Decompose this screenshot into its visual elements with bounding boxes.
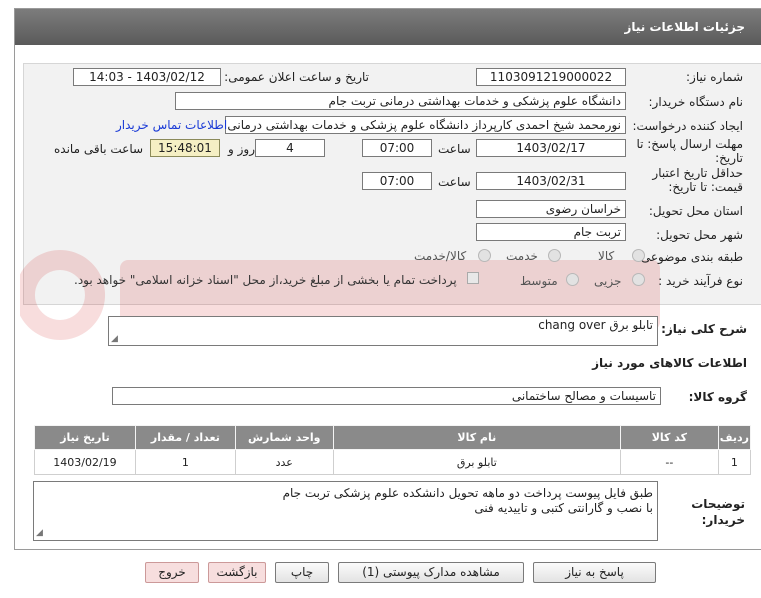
category-service-radio[interactable] [548, 249, 561, 262]
goods-info-title: اطلاعات کالاهای مورد نیاز [592, 356, 747, 370]
days-label: روز و [228, 142, 255, 156]
requester-field: نورمحمد شیخ احمدی کارپرداز دانشگاه علوم … [225, 116, 626, 134]
cell-goods-name: تابلو برق [332, 449, 621, 475]
buyer-notes-line-2: با نصب و گارانتی کتبی و تاییدیه فنی [474, 501, 653, 515]
category-goods-service-label: کالا/خدمت [414, 249, 467, 263]
col-goods-name: نام کالا [332, 425, 621, 450]
deadline-date-field: 1403/02/17 [476, 139, 626, 157]
cell-goods-code: -- [619, 449, 719, 475]
category-goods-label: کالا [598, 249, 615, 263]
buyer-org-label: نام دستگاه خریدار: [648, 95, 744, 109]
need-number-label: شماره نیاز: [686, 70, 743, 84]
col-need-date: تاریخ نیاز [34, 425, 136, 450]
cell-row-number: 1 [717, 449, 752, 475]
buyer-notes-label-1: توضیحات [691, 497, 745, 511]
cell-quantity: 1 [134, 449, 236, 475]
goods-table: ردیف کد کالا نام کالا واحد شمارش تعداد /… [34, 425, 752, 475]
category-service-label: خدمت [506, 249, 538, 263]
cell-unit: عدد [234, 449, 334, 475]
validity-label-2: قیمت: تا تاریخ: [668, 180, 743, 194]
treasury-payment-checkbox[interactable] [467, 272, 479, 284]
category-goods-service-radio[interactable] [478, 249, 491, 262]
col-quantity: تعداد / مقدار [134, 425, 236, 450]
remaining-time-counter: 15:48:01 [150, 139, 220, 157]
province-field: خراسان رضوی [476, 200, 626, 218]
back-button[interactable]: بازگشت [208, 562, 266, 583]
print-button[interactable]: چاپ [275, 562, 329, 583]
notes-resize-grip-icon[interactable]: ◢ [36, 528, 43, 538]
resize-grip-icon[interactable]: ◢ [111, 334, 118, 344]
purchase-minor-label: جزیی [594, 274, 622, 288]
deadline-label-2: تاریخ: [715, 151, 743, 165]
validity-time-field: 07:00 [362, 172, 432, 190]
col-goods-code: کد کالا [619, 425, 719, 450]
treasury-payment-note: پرداخت تمام یا بخشی از مبلغ خرید،از محل … [74, 273, 457, 287]
goods-group-label: گروه کالا: [688, 390, 747, 404]
table-header-row: ردیف کد کالا نام کالا واحد شمارش تعداد /… [34, 425, 752, 450]
deadline-time-field: 07:00 [362, 139, 432, 157]
remaining-label: ساعت باقی مانده [54, 142, 144, 156]
announce-label: تاریخ و ساعت اعلان عمومی: [224, 70, 369, 84]
category-goods-radio[interactable] [632, 249, 645, 262]
purchase-medium-radio[interactable] [566, 273, 579, 286]
panel-header: جزئیات اطلاعات نیاز [15, 9, 761, 45]
col-unit: واحد شمارش [234, 425, 334, 450]
days-remaining-field: 4 [255, 139, 325, 157]
deadline-time-label: ساعت [438, 142, 471, 156]
validity-label-1: حداقل تاریخ اعتبار [652, 166, 743, 180]
exit-button[interactable]: خروج [145, 562, 199, 583]
city-label: شهر محل تحویل: [656, 228, 743, 242]
purchase-minor-radio[interactable] [632, 273, 645, 286]
summary-label: شرح کلی نیاز: [661, 322, 747, 336]
buyer-notes-label-2: خریدار: [701, 513, 745, 527]
buyer-notes-line-1: طبق فایل پیوست پرداخت دو ماهه تحویل دانش… [282, 486, 653, 500]
validity-date-field: 1403/02/31 [476, 172, 626, 190]
validity-time-label: ساعت [438, 175, 471, 189]
summary-textarea[interactable]: تابلو برق chang over [108, 316, 658, 346]
announce-datetime-field: 1403/02/12 - 14:03 [73, 68, 221, 86]
need-number-field: 1103091219000022 [476, 68, 626, 86]
buyer-contact-link[interactable]: اطلاعات تماس خریدار [116, 118, 227, 132]
purchase-medium-label: متوسط [520, 274, 558, 288]
table-row: 1 -- تابلو برق عدد 1 1403/02/19 [34, 449, 752, 475]
province-label: استان محل تحویل: [648, 204, 743, 218]
deadline-label-1: مهلت ارسال پاسخ: تا [636, 137, 743, 151]
buyer-notes-textarea[interactable]: طبق فایل پیوست پرداخت دو ماهه تحویل دانش… [33, 481, 658, 541]
city-field: تربت جام [476, 223, 626, 241]
reply-button[interactable]: پاسخ به نیاز [533, 562, 656, 583]
purchase-type-label: نوع فرآیند خرید : [658, 274, 743, 288]
col-row-number: ردیف [717, 425, 752, 450]
requester-label: ایجاد کننده درخواست: [632, 119, 743, 133]
cell-need-date: 1403/02/19 [34, 449, 136, 475]
buyer-org-field: دانشگاه علوم پزشكی و خدمات بهداشتی درمان… [175, 92, 626, 110]
category-label: طبقه بندی موضوعی: [636, 250, 743, 264]
goods-group-field: تاسیسات و مصالح ساختمانی [112, 387, 661, 405]
attachments-button[interactable]: مشاهده مدارک پیوستی (1) [338, 562, 524, 583]
